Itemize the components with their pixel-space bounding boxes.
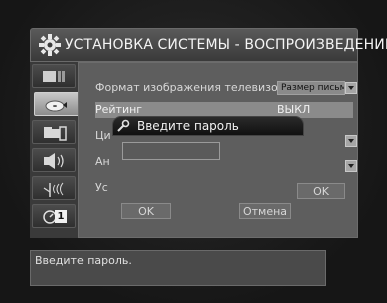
row5-label: Ус [95, 181, 108, 194]
header-bar: УСТАНОВКА СИСТЕМЫ - ВОСПРОИЗВЕДЕНИЕ [30, 28, 387, 62]
timer-badge: 1 [55, 210, 67, 223]
tv-format-select[interactable]: Размер письма [277, 81, 345, 95]
chevron-down-icon[interactable] [345, 135, 357, 147]
display-settings-icon [43, 71, 65, 82]
dialog-ok-button[interactable]: OK [121, 203, 171, 219]
disc-play-icon [45, 100, 67, 112]
sidebar-item-timer[interactable]: 1 [32, 204, 76, 228]
row3-label: Ци [95, 129, 111, 142]
dialog-cancel-button[interactable]: Отмена [239, 203, 291, 219]
gear-icon [39, 34, 61, 56]
screen: УСТАНОВКА СИСТЕМЫ - ВОСПРОИЗВЕДЕНИЕ 1 Фо… [0, 0, 387, 303]
sidebar-item-display[interactable] [32, 64, 76, 88]
page-title: УСТАНОВКА СИСТЕМЫ - ВОСПРОИЗВЕДЕНИЕ [65, 37, 387, 53]
wrench-icon [117, 119, 130, 132]
chevron-down-icon[interactable] [345, 82, 357, 94]
sidebar-item-playback[interactable] [34, 92, 84, 116]
settings-ok-button[interactable]: OK [297, 183, 345, 199]
dialog-title-bar: Введите пароль [112, 116, 304, 136]
rating-label: Рейтинг [95, 103, 143, 116]
sidebar: 1 [30, 62, 84, 238]
message-bar: Введите пароль. [30, 250, 326, 286]
password-input[interactable] [122, 142, 220, 160]
rating-value: ВЫКЛ [277, 103, 311, 116]
video-camera-icon [44, 126, 67, 141]
dialog-title: Введите пароль [137, 119, 239, 133]
sidebar-item-video[interactable] [32, 120, 76, 144]
sidebar-item-antenna[interactable] [32, 176, 76, 200]
tv-format-label: Формат изображения телевизора [95, 81, 292, 94]
chevron-down-icon[interactable] [345, 160, 357, 172]
speaker-audio-icon [44, 153, 64, 169]
row4-label: Ан [95, 155, 110, 168]
status-message: Введите пароль. [35, 254, 132, 267]
sidebar-item-audio[interactable] [32, 148, 76, 172]
antenna-signal-icon [43, 182, 64, 197]
